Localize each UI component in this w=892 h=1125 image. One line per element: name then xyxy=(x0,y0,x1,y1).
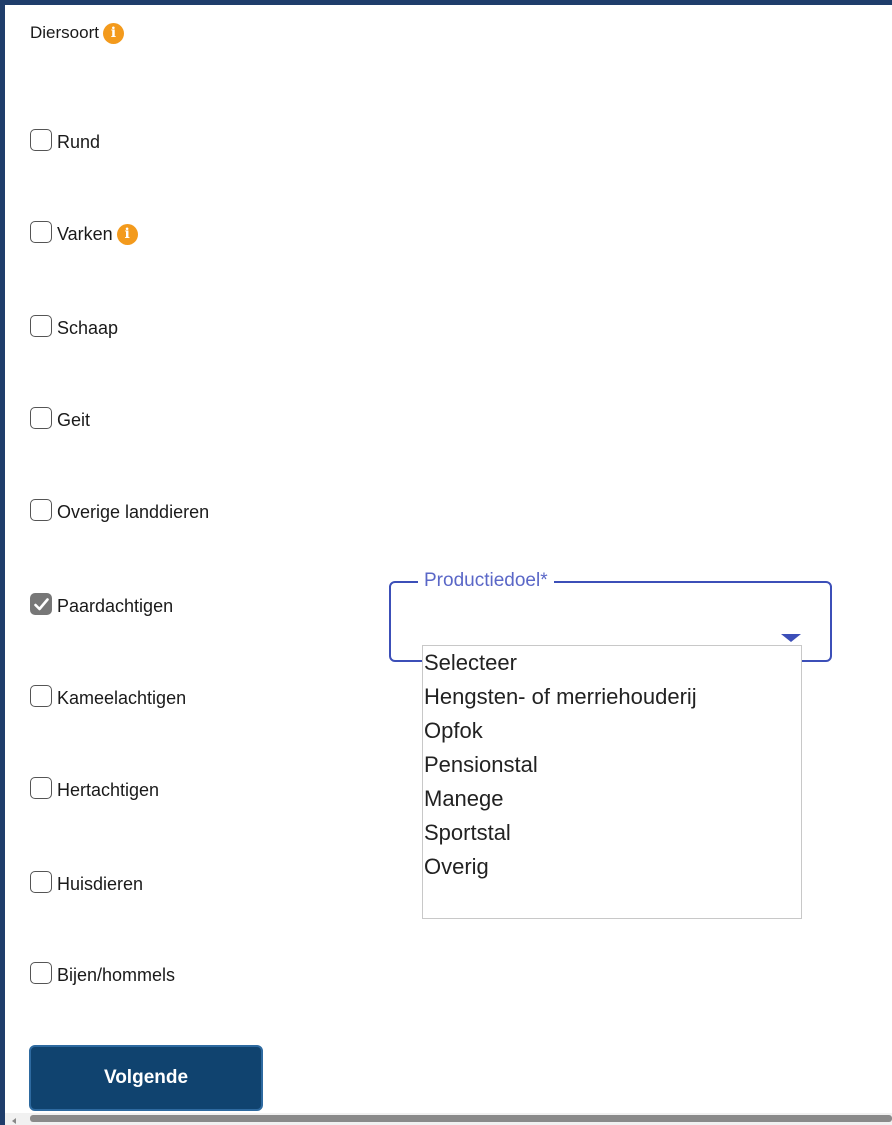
info-icon[interactable]: i xyxy=(102,22,124,44)
productiedoel-option[interactable]: Hengsten- of merriehouderij xyxy=(423,680,801,714)
productiedoel-options-list[interactable]: Selecteer Hengsten- of merriehouderij Opfo… xyxy=(422,645,802,919)
caret-down-icon[interactable] xyxy=(781,634,801,642)
checkbox-row[interactable]: Huisdieren xyxy=(30,866,143,894)
checkbox-row[interactable]: Geit xyxy=(30,402,90,430)
checkbox[interactable] xyxy=(30,962,52,984)
checkbox-label: Overige landdieren xyxy=(57,501,210,522)
checkbox[interactable] xyxy=(30,685,52,707)
checkbox-label: Bijen/hommels xyxy=(57,964,176,985)
info-icon[interactable]: i xyxy=(116,223,138,245)
checkbox-label: Huisdieren xyxy=(57,873,144,894)
productiedoel-option[interactable]: Opfok xyxy=(423,714,801,748)
checkbox[interactable] xyxy=(30,499,52,521)
productiedoel-option[interactable]: Sportstal xyxy=(423,816,801,850)
productiedoel-option[interactable]: Selecteer xyxy=(423,646,801,680)
checkbox-label: Kameelachtigen xyxy=(57,687,187,708)
checkbox-label: Hertachtigen xyxy=(57,779,160,800)
checkbox-label: Paardachtigen xyxy=(57,595,174,616)
checkbox-label: Schaap xyxy=(57,317,119,338)
window-frame-top xyxy=(0,0,892,5)
checkbox[interactable] xyxy=(30,129,52,151)
checkbox-row[interactable]: Overige landdieren xyxy=(30,494,209,522)
checkbox-row[interactable]: Paardachtigen xyxy=(30,588,173,616)
scroll-left-arrow-icon[interactable] xyxy=(12,1118,16,1124)
checkbox[interactable] xyxy=(30,871,52,893)
checkbox-row[interactable]: Schaap xyxy=(30,310,118,338)
checkbox[interactable] xyxy=(30,407,52,429)
checkbox-row[interactable]: Kameelachtigen xyxy=(30,680,186,708)
productiedoel-option[interactable]: Pensionstal xyxy=(423,748,801,782)
checkbox-label: Geit xyxy=(57,409,91,430)
diersoort-heading: Diersoort i xyxy=(30,20,124,46)
diersoort-label: Diersoort xyxy=(30,23,99,42)
checkbox-row[interactable]: Hertachtigen xyxy=(30,772,159,800)
productiedoel-legend: Productiedoel* xyxy=(418,568,554,594)
next-button[interactable]: Volgende xyxy=(29,1045,263,1111)
checkbox[interactable] xyxy=(30,315,52,337)
checkbox-row[interactable]: Varken i xyxy=(30,216,138,245)
checkbox-label: Rund xyxy=(57,131,101,152)
productiedoel-option[interactable]: Overig xyxy=(423,850,801,884)
checkbox[interactable] xyxy=(30,777,52,799)
productiedoel-option[interactable]: Manege xyxy=(423,782,801,816)
checkmark-icon xyxy=(33,597,49,610)
checkbox-checked[interactable] xyxy=(30,593,52,615)
checkbox-row[interactable]: Rund xyxy=(30,124,100,152)
window-frame-left xyxy=(0,0,5,1125)
horizontal-scrollbar-thumb[interactable] xyxy=(30,1115,892,1122)
checkbox-row[interactable]: Bijen/hommels xyxy=(30,957,175,985)
checkbox[interactable] xyxy=(30,221,52,243)
checkbox-label: Varken xyxy=(57,223,113,244)
